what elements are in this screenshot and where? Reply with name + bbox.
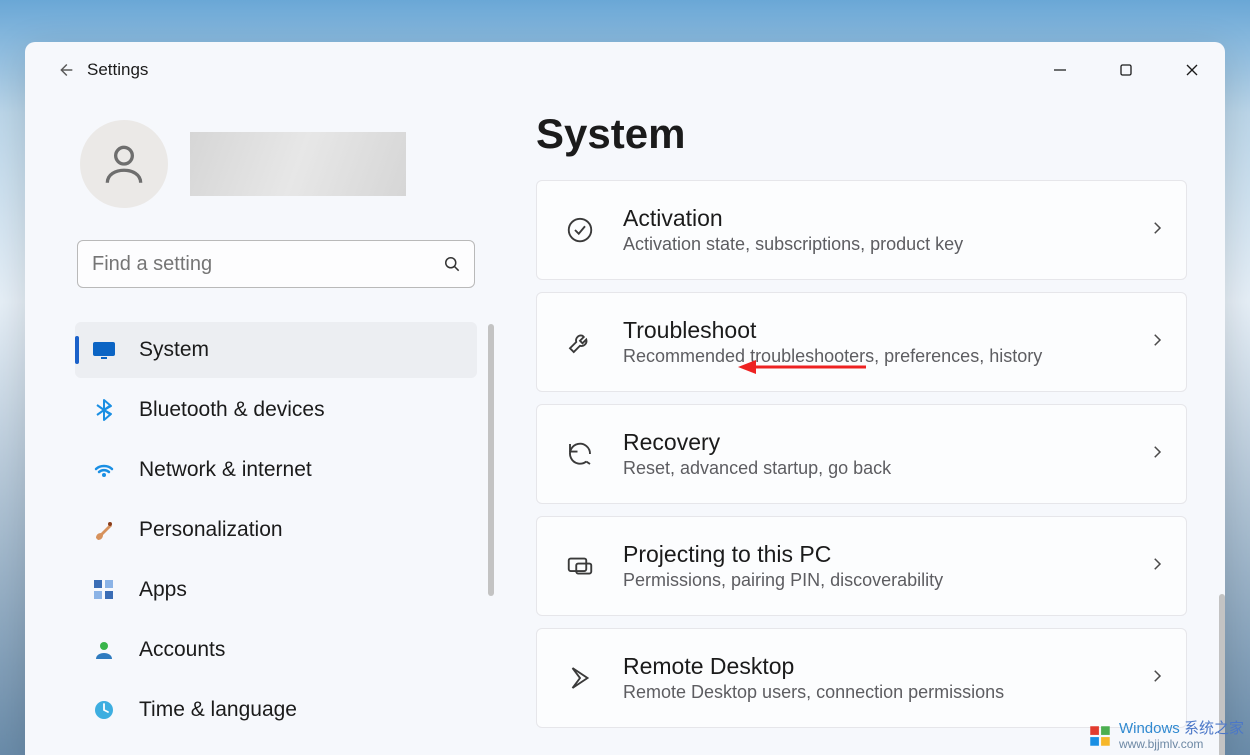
bluetooth-icon bbox=[91, 397, 117, 423]
clock-icon bbox=[91, 697, 117, 723]
card-text: Troubleshoot Recommended troubleshooters… bbox=[623, 317, 1122, 367]
sidebar-item-time-language[interactable]: Time & language bbox=[75, 682, 477, 738]
avatar bbox=[80, 120, 168, 208]
sidebar-item-personalization[interactable]: Personalization bbox=[75, 502, 477, 558]
back-button[interactable] bbox=[43, 48, 87, 92]
sidebar-item-label: Bluetooth & devices bbox=[139, 398, 325, 422]
minimize-icon bbox=[1053, 63, 1067, 77]
recovery-icon bbox=[563, 437, 597, 471]
card-title: Recovery bbox=[623, 429, 1122, 456]
titlebar: Settings bbox=[25, 42, 1225, 98]
remote-icon bbox=[563, 661, 597, 695]
watermark-url: www.bjjmlv.com bbox=[1119, 738, 1244, 751]
sidebar-item-label: Personalization bbox=[139, 518, 283, 542]
watermark-logo-icon bbox=[1087, 723, 1113, 749]
chevron-right-icon bbox=[1148, 555, 1166, 578]
sidebar-item-label: Time & language bbox=[139, 698, 297, 722]
left-pane: System Bluetooth & devices Network & int… bbox=[25, 98, 480, 755]
sidebar-item-label: Network & internet bbox=[139, 458, 312, 482]
card-subtitle: Reset, advanced startup, go back bbox=[623, 458, 1122, 479]
card-activation[interactable]: Activation Activation state, subscriptio… bbox=[536, 180, 1187, 280]
card-subtitle: Remote Desktop users, connection permiss… bbox=[623, 682, 1122, 703]
sidebar-item-label: Accounts bbox=[139, 638, 225, 662]
card-text: Recovery Reset, advanced startup, go bac… bbox=[623, 429, 1122, 479]
maximize-icon bbox=[1119, 63, 1133, 77]
sidebar-item-label: Apps bbox=[139, 578, 187, 602]
chevron-right-icon bbox=[1148, 219, 1166, 242]
search-field[interactable] bbox=[77, 240, 475, 288]
card-subtitle: Activation state, subscriptions, product… bbox=[623, 234, 1122, 255]
minimize-button[interactable] bbox=[1027, 48, 1093, 92]
card-text: Activation Activation state, subscriptio… bbox=[623, 205, 1122, 255]
close-button[interactable] bbox=[1159, 48, 1225, 92]
arrow-left-icon bbox=[54, 59, 76, 81]
watermark: Windows 系统之家 www.bjjmlv.com bbox=[1087, 721, 1244, 751]
card-title: Remote Desktop bbox=[623, 653, 1122, 680]
card-text: Projecting to this PC Permissions, pairi… bbox=[623, 541, 1122, 591]
card-troubleshoot[interactable]: Troubleshoot Recommended troubleshooters… bbox=[536, 292, 1187, 392]
maximize-button[interactable] bbox=[1093, 48, 1159, 92]
brush-icon bbox=[91, 517, 117, 543]
chevron-right-icon bbox=[1148, 667, 1166, 690]
person-icon bbox=[99, 139, 149, 189]
card-title: Projecting to this PC bbox=[623, 541, 1122, 568]
card-subtitle: Recommended troubleshooters, preferences… bbox=[623, 346, 1122, 367]
chevron-right-icon bbox=[1148, 443, 1166, 466]
page-title: System bbox=[536, 110, 1201, 158]
close-icon bbox=[1185, 63, 1199, 77]
watermark-brand-suffix: 系统之家 bbox=[1184, 720, 1244, 737]
sidebar-item-network[interactable]: Network & internet bbox=[75, 442, 477, 498]
card-title: Activation bbox=[623, 205, 1122, 232]
search-icon bbox=[430, 254, 474, 274]
card-remote-desktop[interactable]: Remote Desktop Remote Desktop users, con… bbox=[536, 628, 1187, 728]
window-body: System Bluetooth & devices Network & int… bbox=[25, 98, 1225, 755]
card-subtitle: Permissions, pairing PIN, discoverabilit… bbox=[623, 570, 1122, 591]
sidebar-item-bluetooth[interactable]: Bluetooth & devices bbox=[75, 382, 477, 438]
card-projecting[interactable]: Projecting to this PC Permissions, pairi… bbox=[536, 516, 1187, 616]
profile-name-placeholder bbox=[190, 132, 406, 196]
project-icon bbox=[563, 549, 597, 583]
card-text: Remote Desktop Remote Desktop users, con… bbox=[623, 653, 1122, 703]
monitor-icon bbox=[91, 337, 117, 363]
window-controls bbox=[1027, 48, 1225, 92]
card-recovery[interactable]: Recovery Reset, advanced startup, go bac… bbox=[536, 404, 1187, 504]
sidebar-item-label: System bbox=[139, 338, 209, 362]
check-circle-icon bbox=[563, 213, 597, 247]
content-pane: System Activation Activation state, subs… bbox=[480, 98, 1225, 755]
apps-icon bbox=[91, 577, 117, 603]
watermark-brand: Windows bbox=[1119, 720, 1180, 737]
card-title: Troubleshoot bbox=[623, 317, 1122, 344]
settings-cards: Activation Activation state, subscriptio… bbox=[536, 180, 1187, 728]
window-title: Settings bbox=[87, 60, 148, 80]
person-icon bbox=[91, 637, 117, 663]
settings-window: Settings bbox=[25, 42, 1225, 755]
search-input[interactable] bbox=[78, 253, 430, 276]
sidebar-item-system[interactable]: System bbox=[75, 322, 477, 378]
sidebar-item-apps[interactable]: Apps bbox=[75, 562, 477, 618]
chevron-right-icon bbox=[1148, 331, 1166, 354]
sidebar-item-accounts[interactable]: Accounts bbox=[75, 622, 477, 678]
wrench-icon bbox=[563, 325, 597, 359]
profile-section[interactable] bbox=[25, 116, 480, 208]
wifi-icon bbox=[91, 457, 117, 483]
sidebar-nav: System Bluetooth & devices Network & int… bbox=[25, 322, 480, 738]
